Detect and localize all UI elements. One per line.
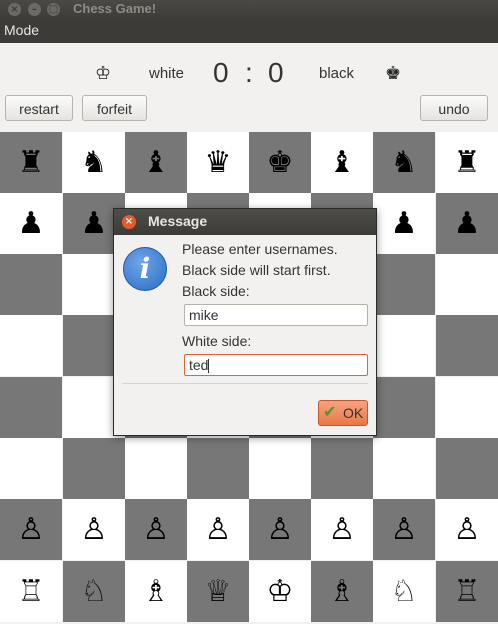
window-titlebar: × – □ Chess Game! <box>0 0 498 20</box>
board-square[interactable] <box>373 254 435 315</box>
black-side-input[interactable]: mike <box>184 304 368 326</box>
information-icon: i <box>123 247 167 291</box>
board-square[interactable]: ♜ <box>0 132 62 193</box>
board-square[interactable] <box>436 438 498 499</box>
board-square[interactable] <box>249 438 311 499</box>
board-square[interactable]: ♟ <box>436 193 498 254</box>
board-square[interactable]: ♗ <box>311 561 373 622</box>
board-square[interactable]: ♙ <box>436 499 498 560</box>
message-dialog: × Message i Please enter usernames. Blac… <box>113 208 377 436</box>
restart-button[interactable]: restart <box>5 95 73 121</box>
board-square[interactable]: ♖ <box>436 561 498 622</box>
dialog-line-1: Please enter usernames. <box>182 241 338 257</box>
white-label: white <box>149 65 185 82</box>
board-square[interactable]: ♟ <box>373 193 435 254</box>
board-square[interactable]: ♖ <box>0 561 62 622</box>
black-label: black <box>319 65 355 82</box>
score-separator: : <box>245 57 253 88</box>
board-square[interactable]: ♞ <box>373 132 435 193</box>
black-score: 0 <box>268 57 284 88</box>
undo-button[interactable]: undo <box>420 95 488 121</box>
board-square[interactable]: ♔ <box>249 561 311 622</box>
dialog-titlebar: × Message <box>114 209 376 235</box>
black-side-label: Black side: <box>182 283 250 299</box>
board-square[interactable] <box>125 438 187 499</box>
white-side-value: ted <box>189 357 209 373</box>
text-cursor <box>208 359 210 374</box>
board-square[interactable]: ♗ <box>125 561 187 622</box>
board-square[interactable]: ♙ <box>0 499 62 560</box>
maximize-window-icon[interactable]: □ <box>47 3 60 16</box>
white-side-label: White side: <box>182 333 252 349</box>
black-king-icon: ♚ <box>385 63 402 84</box>
score-panel: ♔ white 0 : 0 black ♚ restart forfeit un… <box>0 43 498 132</box>
board-square[interactable]: ♟ <box>0 193 62 254</box>
board-square[interactable] <box>0 438 62 499</box>
dialog-separator <box>122 383 368 384</box>
board-square[interactable]: ♙ <box>63 499 125 560</box>
board-square[interactable] <box>0 377 62 438</box>
board-square[interactable]: ♝ <box>311 132 373 193</box>
board-square[interactable]: ♙ <box>187 499 249 560</box>
board-square[interactable]: ♛ <box>187 132 249 193</box>
board-square[interactable]: ♕ <box>187 561 249 622</box>
white-king-icon: ♔ <box>95 63 112 84</box>
dialog-close-icon[interactable]: × <box>122 215 136 229</box>
white-side-input[interactable]: ted <box>184 354 368 376</box>
board-square[interactable]: ♙ <box>125 499 187 560</box>
board-square[interactable]: ♜ <box>436 132 498 193</box>
board-square[interactable]: ♙ <box>249 499 311 560</box>
board-square[interactable]: ♝ <box>125 132 187 193</box>
minimize-window-icon[interactable]: – <box>28 3 41 16</box>
board-square[interactable] <box>373 438 435 499</box>
checkmark-icon: ✔ <box>323 404 337 421</box>
menu-mode[interactable]: Mode <box>4 22 39 38</box>
board-square[interactable] <box>0 254 62 315</box>
board-square[interactable]: ♙ <box>373 499 435 560</box>
white-score: 0 <box>213 57 229 88</box>
board-square[interactable] <box>63 438 125 499</box>
window-title: Chess Game! <box>73 1 157 16</box>
board-square[interactable] <box>436 254 498 315</box>
dialog-line-2: Black side will start first. <box>182 262 331 278</box>
close-window-icon[interactable]: × <box>8 3 21 16</box>
board-square[interactable]: ♚ <box>249 132 311 193</box>
ok-label: OK <box>343 405 364 421</box>
board-square[interactable] <box>311 438 373 499</box>
board-square[interactable]: ♘ <box>63 561 125 622</box>
board-square[interactable] <box>373 315 435 376</box>
board-square[interactable]: ♞ <box>63 132 125 193</box>
board-square[interactable] <box>373 377 435 438</box>
board-square[interactable] <box>436 377 498 438</box>
ok-button[interactable]: ✔ OK <box>318 400 368 426</box>
board-square[interactable] <box>0 315 62 376</box>
forfeit-button[interactable]: forfeit <box>82 95 147 121</box>
board-square[interactable] <box>436 315 498 376</box>
menu-bar: Mode <box>0 20 498 43</box>
board-square[interactable]: ♙ <box>311 499 373 560</box>
dialog-title: Message <box>148 213 208 229</box>
board-square[interactable] <box>187 438 249 499</box>
board-square[interactable]: ♘ <box>373 561 435 622</box>
